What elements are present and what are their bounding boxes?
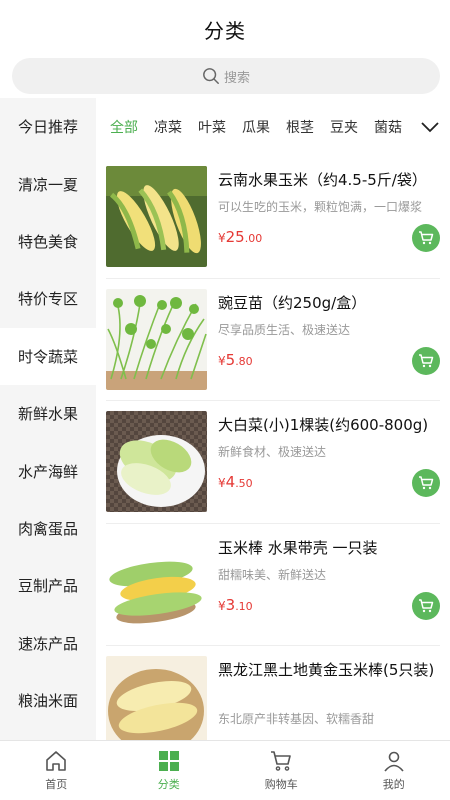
- sidebar-item-seafood[interactable]: 水产海鲜: [0, 442, 96, 499]
- product-price: ¥25.00: [218, 228, 263, 246]
- tab-cold-dishes[interactable]: 凉菜: [154, 117, 182, 137]
- search-icon: [203, 68, 219, 84]
- cart-icon: [419, 231, 434, 245]
- tab-home[interactable]: 首页: [0, 741, 113, 800]
- product-card[interactable]: 豌豆苗（约250g/盒） 尽享品质生活、极速送达 ¥5.80: [106, 279, 440, 401]
- category-sidebar: 今日推荐 清凉一夏 特色美食 特价专区 时令蔬菜 新鲜水果 水产海鲜 肉禽蛋品 …: [0, 98, 96, 740]
- sidebar-item-soy[interactable]: 豆制产品: [0, 557, 96, 614]
- page-title: 分类: [204, 18, 246, 43]
- sidebar-item-summer[interactable]: 清凉一夏: [0, 155, 96, 212]
- product-name: 云南水果玉米（约4.5-5斤/袋）: [218, 171, 427, 189]
- tab-roots[interactable]: 根茎: [286, 117, 314, 137]
- cart-icon: [419, 598, 434, 612]
- sidebar-item-fruits[interactable]: 新鲜水果: [0, 385, 96, 442]
- product-desc: 新鲜食材、极速送达: [218, 445, 327, 459]
- product-card[interactable]: 玉米棒 水果带壳 一只装 甜糯味美、新鲜送达 ¥3.10: [106, 524, 440, 646]
- add-to-cart-button[interactable]: [412, 591, 440, 620]
- product-price: ¥5.80: [218, 350, 253, 369]
- tab-leafy[interactable]: 叶菜: [198, 117, 226, 137]
- user-icon: [384, 751, 404, 772]
- product-price: ¥4.50: [218, 473, 253, 491]
- sidebar-item-discount[interactable]: 特价专区: [0, 270, 96, 327]
- tab-cart[interactable]: 购物车: [225, 741, 338, 800]
- tab-melons-fruits[interactable]: 瓜果: [242, 117, 270, 137]
- product-list: 云南水果玉米（约4.5-5斤/袋） 可以生吃的玉米，颗粒饱满，一口爆浆 ¥25.…: [96, 156, 450, 740]
- search-placeholder: 搜索: [223, 70, 250, 86]
- sidebar-item-grain-oil[interactable]: 粮油米面: [0, 672, 96, 729]
- cart-icon: [271, 751, 292, 771]
- product-desc: 甜糯味美、新鲜送达: [218, 567, 327, 582]
- product-image-pea-sprouts: [106, 288, 207, 390]
- tab-beans[interactable]: 豆夹: [330, 117, 358, 137]
- product-desc: 东北原产非转基因、软糯香甜: [218, 712, 375, 726]
- product-card[interactable]: 云南水果玉米（约4.5-5斤/袋） 可以生吃的玉米，颗粒饱满，一口爆浆 ¥25.…: [106, 156, 440, 279]
- add-to-cart-button[interactable]: [412, 346, 440, 375]
- sidebar-item-frozen[interactable]: 速冻产品: [0, 615, 96, 672]
- subcategory-tabs: 全部 凉菜 叶菜 瓜果 根茎 豆夹 菌菇: [96, 98, 450, 156]
- tab-all[interactable]: 全部: [110, 117, 138, 137]
- product-image-golden-corn: [106, 656, 207, 740]
- home-icon: [46, 751, 67, 771]
- product-image-corn: [106, 166, 207, 267]
- bottom-tab-bar: 首页 分类 购物车 我的: [0, 740, 450, 800]
- cart-icon: [419, 476, 434, 490]
- add-to-cart-button[interactable]: [412, 469, 440, 497]
- sidebar-item-meat-eggs[interactable]: 肉禽蛋品: [0, 500, 96, 557]
- product-name: 黑龙江黑土地黄金玉米棒(5只装): [218, 661, 435, 679]
- product-desc: 尽享品质生活、极速送达: [218, 322, 351, 337]
- product-name: 玉米棒 水果带壳 一只装: [218, 538, 378, 557]
- tab-category[interactable]: 分类: [113, 741, 226, 800]
- category-icon: [158, 751, 179, 771]
- add-to-cart-button[interactable]: [412, 224, 440, 252]
- tab-profile[interactable]: 我的: [338, 741, 450, 800]
- product-image-corn-husk: [106, 533, 207, 635]
- product-name: 豌豆苗（约250g/盒）: [218, 293, 367, 312]
- product-image-cabbage: [106, 411, 207, 512]
- product-name: 大白菜(小)1棵装(约600-800g): [218, 416, 429, 434]
- tab-mushrooms[interactable]: 菌菇: [374, 117, 402, 137]
- chevron-down-icon[interactable]: [420, 117, 440, 137]
- app-header: 分类: [0, 0, 450, 58]
- product-desc: 可以生吃的玉米，颗粒饱满，一口爆浆: [218, 200, 423, 214]
- cart-icon: [419, 353, 434, 367]
- sidebar-item-vegetables[interactable]: 时令蔬菜: [0, 327, 96, 385]
- product-price: ¥3.10: [218, 595, 253, 614]
- sidebar-item-today[interactable]: 今日推荐: [0, 98, 96, 155]
- product-card[interactable]: 黑龙江黑土地黄金玉米棒(5只装) 东北原产非转基因、软糯香甜: [106, 646, 440, 740]
- search-bar[interactable]: 搜索: [12, 58, 440, 94]
- product-card[interactable]: 大白菜(小)1棵装(约600-800g) 新鲜食材、极速送达 ¥4.50: [106, 401, 440, 524]
- sidebar-item-specialty[interactable]: 特色美食: [0, 213, 96, 270]
